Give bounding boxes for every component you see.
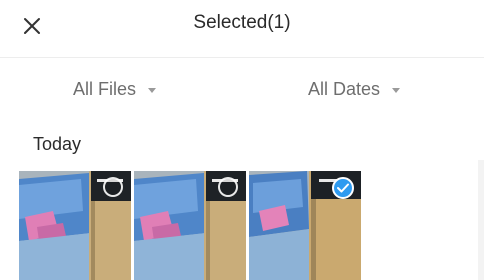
caret-down-icon [148, 87, 157, 93]
caret-down-icon [392, 87, 401, 93]
date-filter-dropdown[interactable]: All Dates [308, 74, 401, 104]
photo-thumbnail[interactable] [19, 171, 131, 280]
file-type-filter-dropdown[interactable]: All Files [73, 74, 157, 104]
check-glyph-icon [337, 183, 349, 193]
photo-thumbnail-selected[interactable] [249, 171, 361, 280]
header-divider [0, 57, 484, 58]
header-bar: Selected(1) [0, 0, 484, 52]
section-heading-today: Today [33, 134, 82, 154]
close-button[interactable] [17, 11, 47, 41]
partial-thumbnail-edge [478, 160, 484, 280]
close-icon [24, 18, 40, 34]
filter-bar: All Files All Dates [0, 74, 484, 104]
page-title: Selected(1) [193, 12, 291, 33]
checkmark-icon[interactable] [332, 177, 354, 199]
selection-circle-icon[interactable] [103, 177, 123, 197]
file-type-filter-label: All Files [73, 78, 137, 99]
date-filter-label: All Dates [308, 78, 381, 99]
photo-thumbnail[interactable] [134, 171, 246, 280]
selection-circle-icon[interactable] [218, 177, 238, 197]
file-picker-screen: Selected(1) All Files All Dates Today [0, 0, 484, 280]
